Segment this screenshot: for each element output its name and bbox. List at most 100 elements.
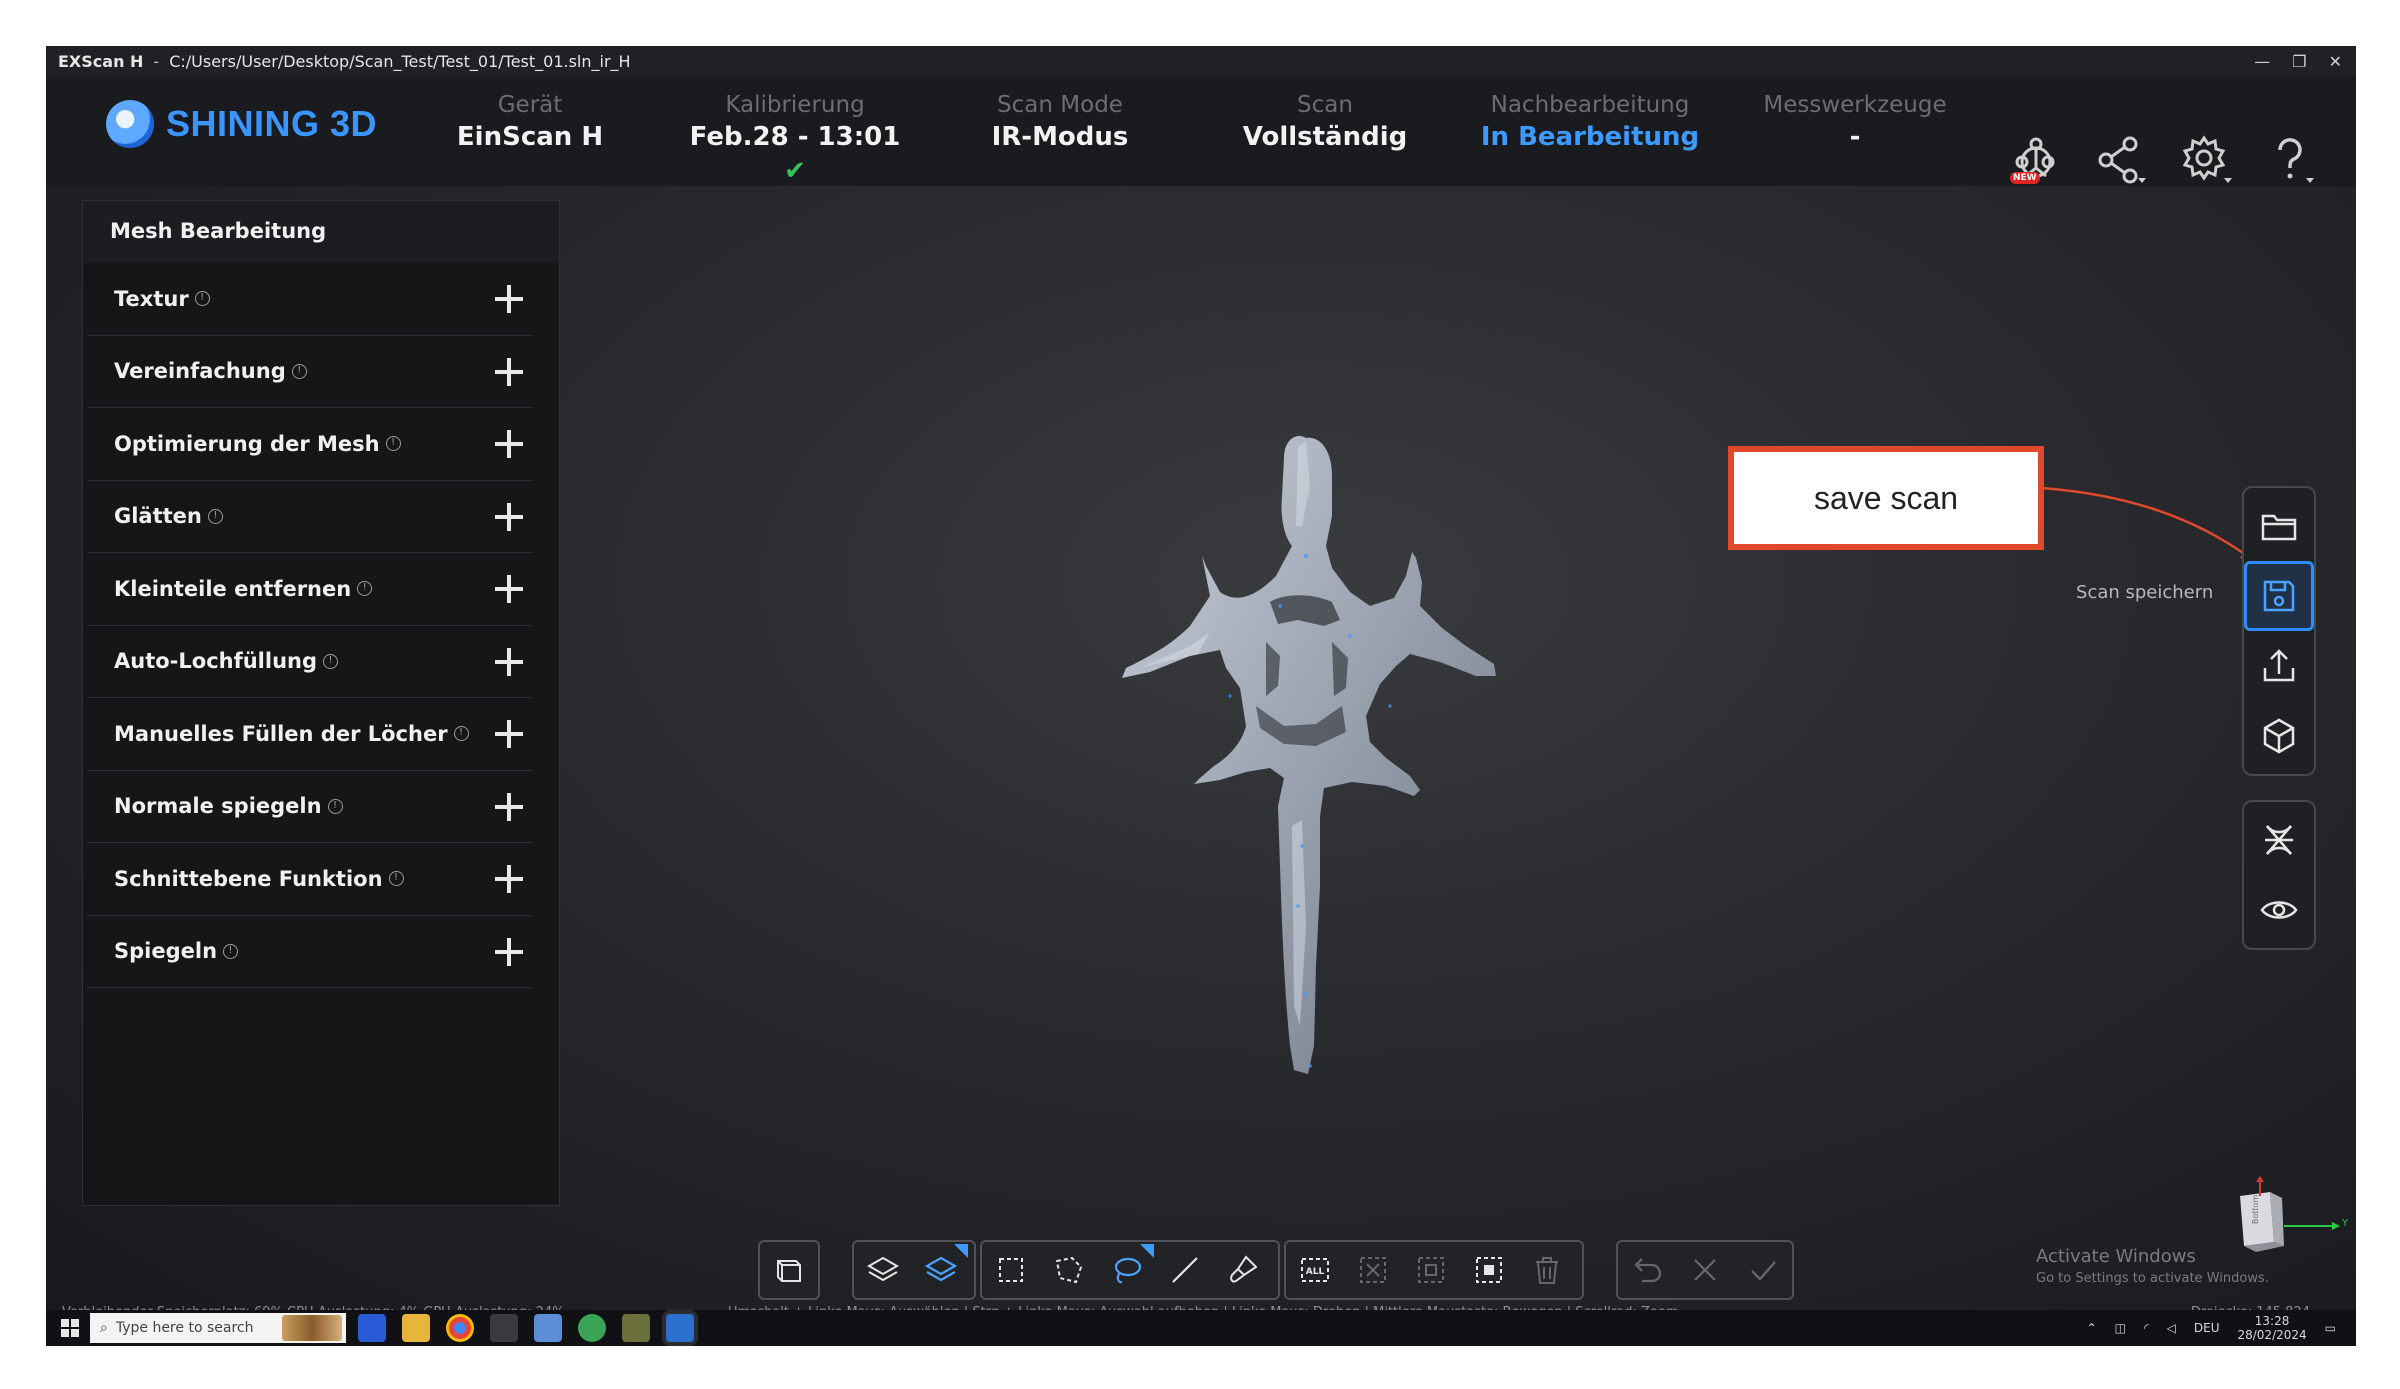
minimize-button[interactable]: — — [2254, 52, 2270, 71]
model-new-icon[interactable]: NEW — [2006, 132, 2062, 188]
info-icon[interactable]: ! — [291, 363, 307, 379]
expand-plus-icon[interactable] — [495, 937, 523, 966]
export-icon — [2263, 649, 2295, 682]
mesh-editing-panel: Mesh Bearbeitung Textur! Vereinfachung! … — [82, 200, 560, 1206]
logo: SHINING 3D — [106, 100, 377, 148]
panel-item-manual-hole-fill[interactable]: Manuelles Füllen der Löcher! — [87, 698, 533, 771]
brush-select-button[interactable] — [1214, 1242, 1272, 1298]
step-measurement[interactable]: Messwerkzeuge - — [1735, 90, 1975, 154]
select-all-button[interactable]: ALL — [1286, 1242, 1344, 1298]
active-layer-button[interactable] — [912, 1242, 970, 1298]
expand-plus-icon[interactable] — [495, 575, 523, 603]
volume-icon[interactable]: ◁ — [2167, 1321, 2176, 1335]
rect-select-icon — [999, 1258, 1023, 1282]
panel-item-flip-normals[interactable]: Normale spiegeln! — [87, 771, 533, 843]
layers-button[interactable] — [854, 1242, 912, 1298]
fit-view-button[interactable] — [760, 1242, 818, 1298]
export-button[interactable] — [2244, 631, 2314, 701]
save-scan-button[interactable] — [2244, 561, 2314, 631]
panel-item-cut-plane[interactable]: Schnittebene Funktion! — [87, 843, 533, 916]
info-icon[interactable]: ! — [194, 291, 210, 307]
undo-button[interactable] — [1618, 1242, 1676, 1298]
info-icon[interactable]: ! — [323, 653, 339, 669]
wifi-icon[interactable]: ◜ — [2144, 1321, 2149, 1335]
axis-gizmo[interactable]: Bottom Y — [2212, 1176, 2352, 1286]
expand-plus-icon[interactable] — [495, 647, 523, 676]
select-all-label: ALL — [1306, 1267, 1325, 1277]
open-folder-button[interactable] — [2244, 491, 2314, 561]
apply-button[interactable] — [1734, 1242, 1792, 1298]
language-indicator[interactable]: DEU — [2194, 1321, 2220, 1335]
info-icon[interactable]: ! — [223, 943, 239, 959]
align-button[interactable] — [2244, 805, 2314, 875]
lasso-select-button[interactable] — [1098, 1242, 1156, 1298]
clock[interactable]: 13:28 28/02/2024 — [2237, 1314, 2306, 1342]
expand-plus-icon[interactable] — [495, 357, 523, 386]
chevron-up-icon[interactable]: ⌃ — [2087, 1321, 2097, 1335]
step-calibration[interactable]: Kalibrierung Feb.28 - 13:01 ✔ — [675, 90, 915, 188]
panel-item-mesh-optimization[interactable]: Optimierung der Mesh! — [87, 408, 533, 481]
panel-item-auto-hole-fill[interactable]: Auto-Lochfüllung! — [87, 626, 533, 698]
expand-plus-icon[interactable] — [495, 430, 523, 458]
mail-app-icon[interactable] — [534, 1314, 562, 1342]
save-icon — [2263, 580, 2295, 612]
file-explorer-app-icon[interactable] — [402, 1314, 430, 1342]
info-icon[interactable]: ! — [388, 871, 404, 887]
windows-taskbar: ⌕ Type here to search ⌃ ◫ ◜ ◁ DEU 13:28 … — [46, 1310, 2356, 1346]
step-scan-mode[interactable]: Scan Mode IR-Modus — [940, 90, 1180, 154]
info-icon[interactable]: ! — [327, 798, 343, 814]
taskbar-search[interactable]: ⌕ Type here to search — [90, 1313, 346, 1343]
panel-item-simplify[interactable]: Vereinfachung! — [87, 336, 533, 408]
panel-title: Mesh Bearbeitung — [83, 201, 559, 263]
line-icon — [1172, 1257, 1198, 1283]
panel-item-mirror[interactable]: Spiegeln! — [87, 916, 533, 988]
panel-item-smooth[interactable]: Glätten! — [87, 481, 533, 553]
panel-item-remove-small-parts[interactable]: Kleinteile entfernen! — [87, 553, 533, 626]
help-icon[interactable] — [2264, 132, 2320, 188]
chrome-app-icon[interactable] — [446, 1314, 474, 1342]
share-icon[interactable] — [2092, 132, 2148, 188]
panel-item-texture[interactable]: Textur! — [87, 263, 533, 336]
expand-plus-icon[interactable] — [495, 865, 523, 893]
step-scan[interactable]: Scan Vollständig — [1205, 90, 1445, 154]
line-select-button[interactable] — [1156, 1242, 1214, 1298]
exscan-app-icon[interactable] — [666, 1314, 694, 1342]
expand-plus-icon[interactable] — [495, 720, 523, 748]
utility-app-icon[interactable] — [622, 1314, 650, 1342]
rect-select-button[interactable] — [982, 1242, 1040, 1298]
select-connected-button[interactable] — [1460, 1242, 1518, 1298]
info-icon[interactable]: ! — [453, 726, 469, 742]
restore-button[interactable]: ❐ — [2292, 52, 2306, 71]
selection-actions-group: ALL — [1284, 1240, 1584, 1300]
info-icon[interactable]: ! — [385, 436, 401, 452]
close-button[interactable]: ✕ — [2329, 52, 2342, 71]
network-icon[interactable]: ◫ — [2115, 1321, 2126, 1335]
scanned-mesh-model[interactable] — [1070, 406, 1590, 1106]
terminal-app-icon[interactable] — [490, 1314, 518, 1342]
settings-icon[interactable] — [2178, 132, 2234, 188]
delete-selection-button[interactable] — [1518, 1242, 1576, 1298]
cancel-button[interactable] — [1676, 1242, 1734, 1298]
3d-viewport[interactable]: Mesh Bearbeitung Textur! Vereinfachung! … — [46, 186, 2356, 1316]
deselect-button[interactable] — [1344, 1242, 1402, 1298]
search-highlight-image — [282, 1315, 342, 1341]
expand-plus-icon[interactable] — [495, 285, 523, 313]
notification-icon[interactable]: ▭ — [2325, 1321, 2336, 1335]
visibility-button[interactable] — [2244, 875, 2314, 945]
info-icon[interactable]: ! — [207, 508, 223, 524]
info-icon[interactable]: ! — [357, 581, 373, 597]
invert-select-button[interactable] — [1402, 1242, 1460, 1298]
step-postprocessing[interactable]: Nachbearbeitung In Bearbeitung — [1470, 90, 1710, 154]
deselect-icon — [1360, 1257, 1386, 1283]
powershell-app-icon[interactable] — [358, 1314, 386, 1342]
file-path: C:/Users/User/Desktop/Scan_Test/Test_01/… — [169, 51, 631, 71]
expand-plus-icon[interactable] — [495, 792, 523, 821]
item-label: Kleinteile entfernen — [114, 576, 352, 601]
security-app-icon[interactable] — [578, 1314, 606, 1342]
expand-plus-icon[interactable] — [495, 502, 523, 531]
step-device[interactable]: Gerät EinScan H — [410, 90, 650, 154]
start-button[interactable] — [52, 1310, 88, 1346]
pinned-apps — [358, 1314, 694, 1342]
model-view-button[interactable] — [2244, 701, 2314, 771]
polygon-select-button[interactable] — [1040, 1242, 1098, 1298]
